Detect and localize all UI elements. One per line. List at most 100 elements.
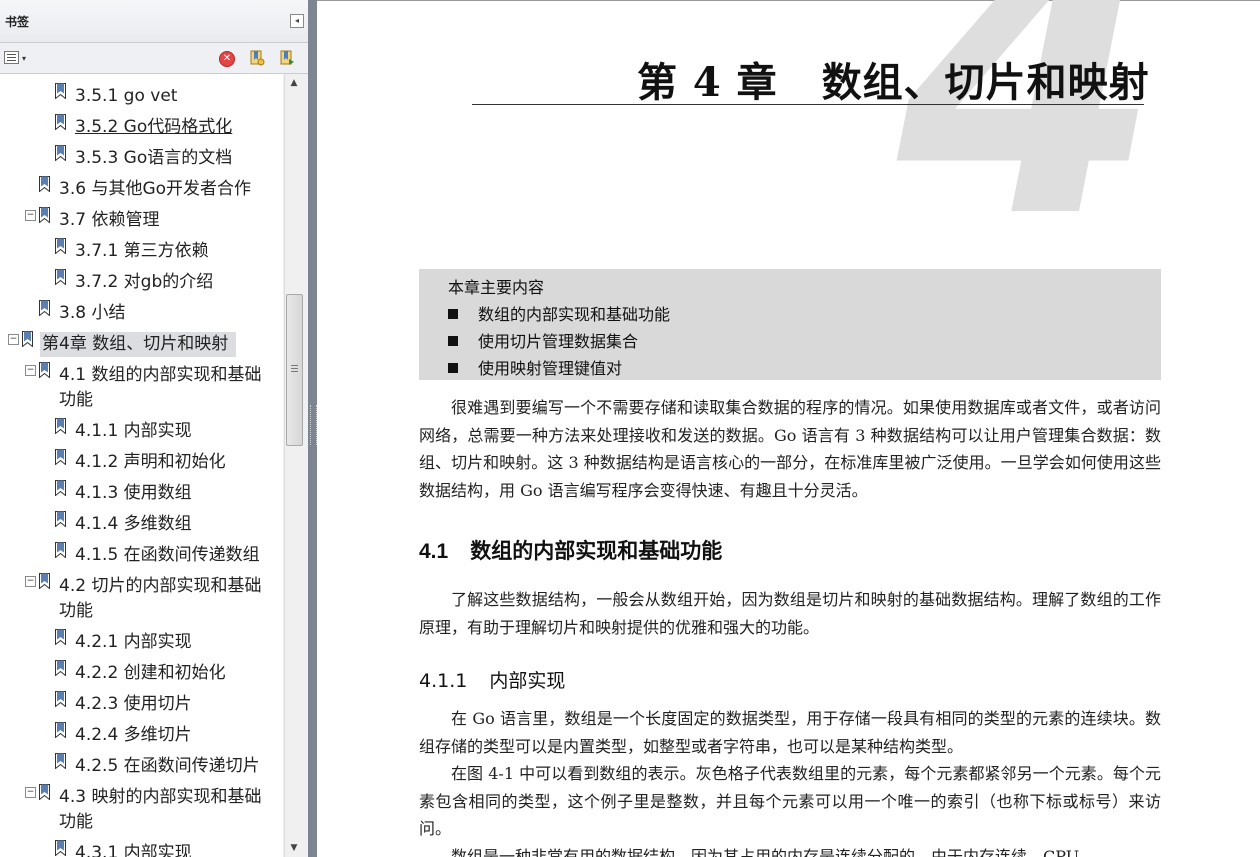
bookmark-icon	[55, 238, 66, 254]
section-number: 4.1	[419, 540, 449, 563]
chapter-label: 第 4 章	[637, 59, 778, 106]
bookmark-icon	[39, 207, 50, 223]
bookmark-item[interactable]: 4.2.5 在函数间传递切片	[75, 754, 260, 779]
bookmark-scrollbar[interactable]: ▲ ▼	[284, 74, 303, 857]
scroll-up-arrow[interactable]: ▲	[285, 74, 303, 92]
bookmark-item[interactable]: 4.1.1 内部实现	[75, 419, 192, 444]
chapter-name: 数组、切片和映射	[821, 59, 1150, 106]
intro-paragraph: 很难遇到要编写一个不需要存储和读取集合数据的程序的情况。如果使用数据库或者文件，…	[419, 394, 1161, 504]
expand-bookmark-icon	[280, 50, 294, 65]
scrollbar-thumb[interactable]	[286, 294, 303, 446]
bookmark-icon	[55, 145, 66, 161]
bookmark-icon	[39, 784, 50, 800]
bookmark-icon	[55, 629, 66, 645]
bookmark-icon	[39, 362, 50, 378]
intro-text: 很难遇到要编写一个不需要存储和读取集合数据的程序的情况。如果使用数据库或者文件，…	[419, 398, 1161, 500]
bookmark-icon	[55, 840, 66, 856]
bookmark-item[interactable]: 第4章 数组、切片和映射	[40, 332, 237, 357]
bookmark-icon	[55, 691, 66, 707]
bookmark-item[interactable]: 4.1.3 使用数组	[75, 481, 192, 506]
bookmark-item[interactable]: 3.7 依赖管理	[59, 208, 159, 233]
chevron-down-icon: ▾	[22, 54, 27, 63]
bookmark-item[interactable]: 4.1 数组的内部实现和基础功能	[59, 363, 276, 413]
collapse-panel-button[interactable]: ◂	[290, 14, 304, 28]
bookmark-item[interactable]: 4.2.4 多维切片	[75, 723, 192, 748]
new-bookmark-icon	[250, 50, 265, 66]
bullet-square-icon	[448, 336, 458, 346]
summary-item: 使用映射管理键值对	[448, 355, 622, 379]
new-bookmark-button[interactable]	[249, 50, 265, 66]
bookmark-item[interactable]: 4.2 切片的内部实现和基础功能	[59, 574, 276, 624]
bookmark-item[interactable]: 3.6 与其他Go开发者合作	[59, 177, 251, 202]
tree-toggle-collapse[interactable]: −	[25, 787, 36, 798]
bookmark-item[interactable]: 4.2.3 使用切片	[75, 692, 192, 717]
bookmark-icon	[55, 83, 66, 99]
panel-header: 书签 ◂	[0, 0, 308, 43]
section-heading-4-1-1: 4.1.1 内部实现	[419, 666, 565, 693]
bookmark-item[interactable]: 3.5.3 Go语言的文档	[75, 146, 232, 171]
summary-item: 数组的内部实现和基础功能	[448, 301, 670, 325]
summary-heading: 本章主要内容	[448, 278, 545, 297]
bookmark-item[interactable]: 3.5.2 Go代码格式化	[75, 115, 232, 140]
bookmark-icon	[22, 331, 33, 347]
bookmark-icon	[55, 722, 66, 738]
bookmark-icon	[55, 480, 66, 496]
bookmark-icon	[55, 511, 66, 527]
panel-title: 书签	[5, 15, 30, 29]
bookmark-icon	[39, 573, 50, 589]
bookmark-item[interactable]: 4.2.1 内部实现	[75, 630, 192, 655]
summary-item-text: 使用切片管理数据集合	[478, 332, 639, 351]
bookmark-item[interactable]: 4.1.4 多维数组	[75, 512, 192, 537]
tree-toggle-collapse[interactable]: −	[8, 334, 19, 345]
bookmark-icon	[39, 300, 50, 316]
chapter-summary-box: 本章主要内容 数组的内部实现和基础功能 使用切片管理数据集合 使用映射管理键值对	[419, 269, 1161, 380]
section-4-1-paragraph: 了解这些数据结构，一般会从数组开始，因为数组是切片和映射的基础数据结构。理解了数…	[419, 586, 1161, 641]
scroll-down-arrow[interactable]: ▼	[285, 839, 303, 857]
section-4-1-text: 了解这些数据结构，一般会从数组开始，因为数组是切片和映射的基础数据结构。理解了数…	[419, 590, 1161, 637]
summary-item-text: 数组的内部实现和基础功能	[478, 305, 671, 324]
body-paragraph: 在 Go 语言里，数组是一个长度固定的数据类型，用于存储一段具有相同的类型的元素…	[419, 709, 1161, 756]
bookmark-item[interactable]: 3.5.1 go vet	[75, 84, 177, 109]
bookmark-tree: 3.5.1 go vet 3.5.2 Go代码格式化 3.5.3 Go语言的文档 3.…	[0, 74, 283, 857]
summary-item-text: 使用映射管理键值对	[478, 359, 623, 378]
bookmark-item[interactable]: 3.7.2 对gb的介绍	[75, 270, 213, 295]
tree-toggle-collapse[interactable]: −	[25, 365, 36, 376]
bookmark-icon	[55, 542, 66, 558]
bookmarks-panel: 书签 ◂ ▾ ✕ 3.5.1 go vet 3.5.2 Go代码格式化 3.5.3 …	[0, 0, 309, 857]
bookmark-icon	[55, 753, 66, 769]
splitter-grip	[310, 405, 317, 445]
title-rule	[472, 104, 1144, 105]
bookmark-icon	[55, 418, 66, 434]
delete-bookmark-button[interactable]: ✕	[219, 51, 235, 67]
summary-item: 使用切片管理数据集合	[448, 328, 638, 352]
bookmark-item[interactable]: 4.3.1 内部实现	[75, 841, 192, 857]
bookmark-icon	[55, 660, 66, 676]
bullet-square-icon	[448, 363, 458, 373]
bookmark-icon	[55, 449, 66, 465]
tree-toggle-collapse[interactable]: −	[25, 210, 36, 221]
bookmark-item[interactable]: 3.7.1 第三方依赖	[75, 239, 209, 264]
options-icon	[4, 51, 19, 64]
expand-bookmark-button[interactable]	[279, 50, 295, 66]
bookmark-item[interactable]: 4.3 映射的内部实现和基础功能	[59, 785, 276, 835]
document-page: 4 第 4 章数组、切片和映射 本章主要内容 数组的内部实现和基础功能 使用切片…	[317, 0, 1260, 857]
bookmark-item[interactable]: 3.8 小结	[59, 301, 125, 326]
section-4-1-1-body: 在 Go 语言里，数组是一个长度固定的数据类型，用于存储一段具有相同的类型的元素…	[419, 705, 1161, 857]
options-menu-button[interactable]: ▾	[4, 51, 30, 65]
bookmark-item[interactable]: 4.1.2 声明和初始化	[75, 450, 226, 475]
chapter-watermark-number: 4	[897, 0, 1162, 301]
tree-toggle-collapse[interactable]: −	[25, 576, 36, 587]
section-title: 内部实现	[489, 670, 566, 692]
section-number: 4.1.1	[419, 670, 468, 692]
bookmark-icon	[39, 176, 50, 192]
bookmark-item[interactable]: 4.2.2 创建和初始化	[75, 661, 226, 686]
section-heading-4-1: 4.1 数组的内部实现和基础功能	[419, 535, 722, 565]
bookmark-icon	[55, 114, 66, 130]
chapter-title: 第 4 章数组、切片和映射	[637, 50, 1150, 108]
panel-splitter[interactable]	[308, 0, 317, 857]
body-paragraph: 在图 4-1 中可以看到数组的表示。灰色格子代表数组里的元素，每个元素都紧邻另一…	[419, 764, 1161, 838]
bookmark-item[interactable]: 4.1.5 在函数间传递数组	[75, 543, 260, 568]
section-title: 数组的内部实现和基础功能	[470, 539, 723, 563]
bookmark-icon	[55, 269, 66, 285]
bullet-square-icon	[448, 309, 458, 319]
